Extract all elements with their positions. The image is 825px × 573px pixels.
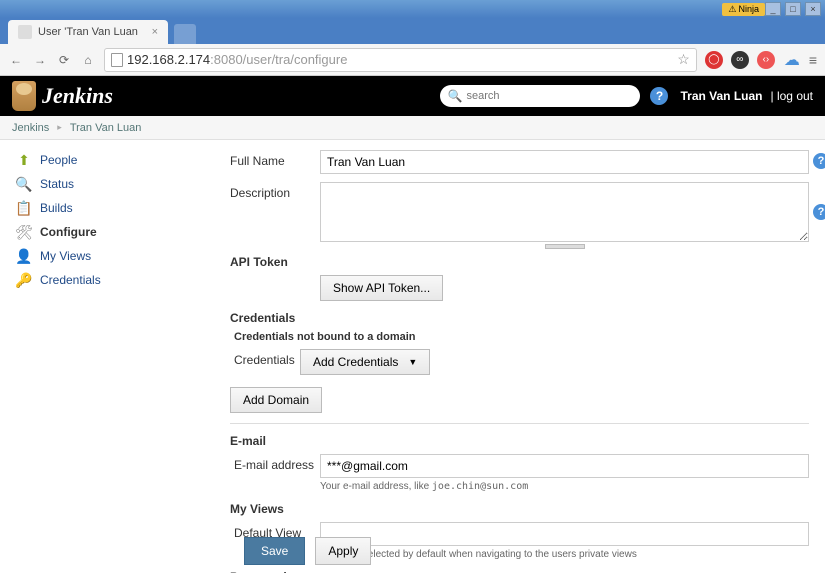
url-text: 192.168.2.174:8080/user/tra/configure: [127, 52, 673, 67]
sidebar-item-credentials[interactable]: 🔑 Credentials: [0, 268, 230, 292]
browser-toolbar: ← → ⟳ ⌂ 192.168.2.174:8080/user/tra/conf…: [0, 44, 825, 76]
chevron-down-icon: ▼: [408, 357, 417, 367]
content-area: Full Name ? Description ? API Token Show…: [230, 140, 825, 573]
window-minimize-button[interactable]: _: [765, 2, 781, 16]
defaultview-help-text: The view selected by default when naviga…: [320, 549, 809, 560]
description-textarea[interactable]: [320, 182, 809, 242]
add-credentials-label: Add Credentials: [313, 355, 398, 369]
fullname-input[interactable]: [320, 150, 809, 174]
sidebar-item-label: Configure: [40, 225, 97, 239]
main-area: ⬆ People 🔍 Status 📋 Builds 🛠 Configure 👤…: [0, 140, 825, 573]
footer-buttons: Save Apply: [244, 537, 371, 565]
sidebar-item-label: My Views: [40, 249, 91, 263]
extension-icon-1[interactable]: ◯: [705, 51, 723, 69]
sidebar-item-configure[interactable]: 🛠 Configure: [0, 220, 230, 244]
jenkins-brand-text: Jenkins: [42, 83, 113, 109]
ninja-badge: ⚠ Ninja: [722, 3, 765, 16]
description-row: Description ?: [230, 182, 809, 245]
jenkins-logo[interactable]: Jenkins: [12, 81, 113, 111]
magnifier-icon: 🔍: [16, 176, 32, 192]
credentials-label: Credentials: [230, 349, 300, 367]
browser-menu-icon[interactable]: ≡: [809, 52, 817, 68]
ninja-label: Ninja: [738, 4, 759, 14]
sidebar-item-label: People: [40, 153, 77, 167]
extension-cloud-icon[interactable]: ☁: [783, 51, 801, 69]
sidebar: ⬆ People 🔍 Status 📋 Builds 🛠 Configure 👤…: [0, 140, 230, 573]
save-button[interactable]: Save: [244, 537, 305, 565]
sidebar-item-label: Status: [40, 177, 74, 191]
resize-handle[interactable]: [545, 244, 585, 249]
page-icon: [111, 53, 123, 67]
fullname-label: Full Name: [230, 150, 320, 168]
sidebar-item-myviews[interactable]: 👤 My Views: [0, 244, 230, 268]
jenkins-header: Jenkins 🔍 ? Tran Van Luan | log out: [0, 76, 825, 116]
person-icon: 👤: [16, 248, 32, 264]
add-credentials-button[interactable]: Add Credentials ▼: [300, 349, 430, 375]
email-help-prefix: Your e-mail address, like: [320, 481, 432, 492]
tab-close-icon[interactable]: ×: [152, 26, 158, 38]
notepad-icon: 📋: [16, 200, 32, 216]
tools-icon: 🛠: [16, 224, 32, 240]
email-row: E-mail address Your e-mail address, like…: [230, 454, 809, 492]
breadcrumb: Jenkins ▸ Tran Van Luan: [0, 116, 825, 140]
forward-button[interactable]: →: [32, 52, 48, 68]
help-icon[interactable]: ?: [813, 153, 825, 169]
section-myviews: My Views: [230, 502, 809, 516]
sidebar-item-builds[interactable]: 📋 Builds: [0, 196, 230, 220]
defaultview-input[interactable]: [320, 522, 809, 546]
tab-favicon: [18, 25, 32, 39]
fullname-row: Full Name ?: [230, 150, 809, 174]
breadcrumb-root[interactable]: Jenkins: [12, 122, 49, 134]
bookmark-star-icon[interactable]: ☆: [677, 51, 690, 68]
url-bar[interactable]: 192.168.2.174:8080/user/tra/configure ☆: [104, 48, 697, 72]
browser-tab-bar: User 'Tran Van Luan ×: [0, 18, 825, 44]
email-help-code: joe.chin@sun.com: [432, 481, 528, 492]
section-credentials: Credentials: [230, 311, 809, 325]
header-username[interactable]: Tran Van Luan: [680, 89, 762, 103]
show-api-token-button[interactable]: Show API Token...: [320, 275, 443, 301]
apitoken-row: Show API Token...: [230, 275, 809, 301]
extension-icon-3[interactable]: ‹›: [757, 51, 775, 69]
add-domain-button[interactable]: Add Domain: [230, 387, 322, 413]
search-input[interactable]: [440, 85, 640, 107]
window-maximize-button[interactable]: □: [785, 2, 801, 16]
email-input[interactable]: [320, 454, 809, 478]
search-icon: 🔍: [447, 89, 462, 103]
sidebar-item-status[interactable]: 🔍 Status: [0, 172, 230, 196]
credentials-row: Credentials Add Credentials ▼: [230, 349, 809, 375]
sidebar-item-people[interactable]: ⬆ People: [0, 148, 230, 172]
logout-link[interactable]: | log out: [771, 89, 813, 103]
email-help-text: Your e-mail address, like joe.chin@sun.c…: [320, 481, 809, 492]
sidebar-item-label: Builds: [40, 201, 73, 215]
jenkins-logo-icon: [12, 81, 36, 111]
reload-button[interactable]: ⟳: [56, 52, 72, 68]
up-arrow-icon: ⬆: [16, 152, 32, 168]
jenkins-search: 🔍: [440, 85, 640, 107]
section-api-token: API Token: [230, 255, 809, 269]
back-button[interactable]: ←: [8, 52, 24, 68]
help-icon[interactable]: ?: [813, 204, 825, 220]
key-icon: 🔑: [16, 272, 32, 288]
help-icon[interactable]: ?: [650, 87, 668, 105]
new-tab-button[interactable]: [174, 24, 196, 44]
tab-title: User 'Tran Van Luan: [38, 26, 138, 38]
breadcrumb-user[interactable]: Tran Van Luan: [70, 122, 142, 134]
email-label: E-mail address: [230, 454, 320, 472]
url-path: :8080/user/tra/configure: [210, 52, 347, 67]
window-close-button[interactable]: ×: [805, 2, 821, 16]
window-titlebar: ⚠ Ninja _ □ ×: [0, 0, 825, 18]
section-email: E-mail: [230, 434, 809, 448]
description-label: Description: [230, 182, 320, 200]
extension-icon-2[interactable]: ∞: [731, 51, 749, 69]
breadcrumb-sep: ▸: [57, 122, 62, 133]
credentials-subtitle: Credentials not bound to a domain: [234, 331, 809, 343]
url-host: 192.168.2.174: [127, 52, 210, 67]
sidebar-item-label: Credentials: [40, 273, 101, 287]
home-button[interactable]: ⌂: [80, 52, 96, 68]
browser-tab[interactable]: User 'Tran Van Luan ×: [8, 20, 168, 44]
apply-button[interactable]: Apply: [315, 537, 371, 565]
